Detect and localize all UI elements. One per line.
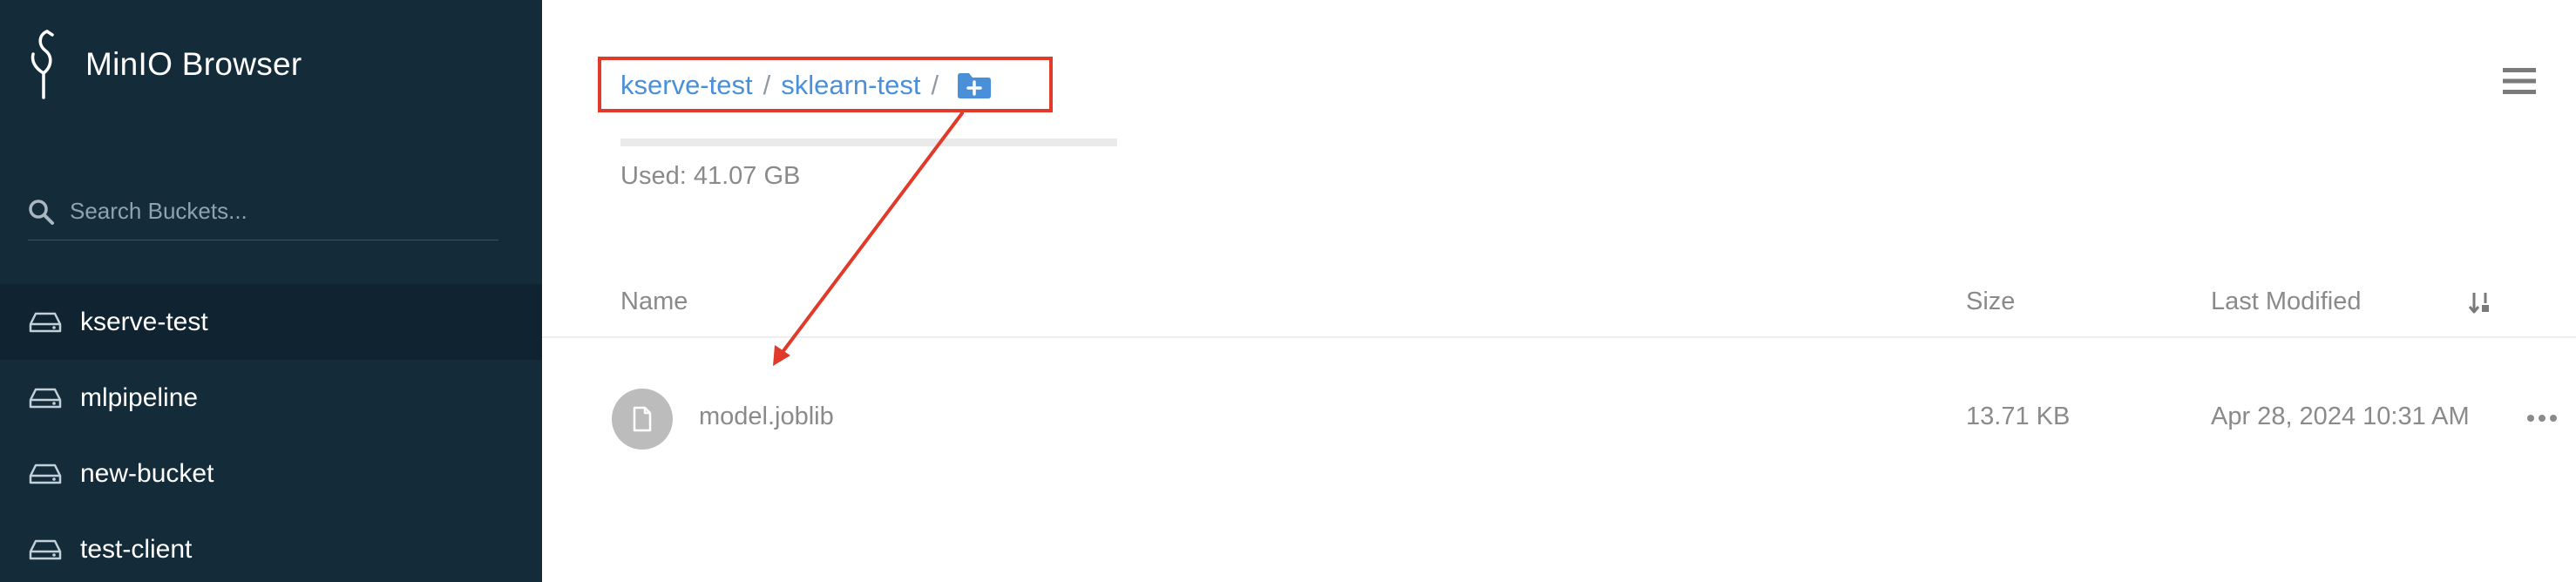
column-header-name[interactable]: Name bbox=[620, 288, 688, 316]
bucket-label: new-bucket bbox=[80, 458, 214, 488]
breadcrumb-separator: / bbox=[763, 70, 771, 100]
file-avatar bbox=[612, 389, 673, 450]
drive-icon bbox=[29, 464, 62, 484]
column-header-last-modified[interactable]: Last Modified bbox=[2211, 288, 2362, 316]
search-input[interactable] bbox=[70, 198, 498, 225]
drive-icon bbox=[29, 312, 62, 332]
usage-text: Used: 41.07 GB bbox=[620, 162, 801, 190]
table-header: Name Size Last Modified bbox=[542, 281, 2576, 338]
usage-bar bbox=[620, 139, 1117, 146]
file-last-modified: Apr 28, 2024 10:31 AM bbox=[2211, 403, 2470, 430]
file-size: 13.71 KB bbox=[1966, 403, 2071, 430]
drive-icon bbox=[29, 539, 62, 559]
table-row[interactable]: model.joblib 13.71 KB Apr 28, 2024 10:31… bbox=[542, 375, 2576, 462]
column-header-size[interactable]: Size bbox=[1966, 288, 2015, 316]
brand: MinIO Browser bbox=[26, 28, 302, 101]
main-content: kserve-test / sklearn-test / Used: 41.07… bbox=[542, 0, 2576, 582]
bucket-label: mlpipeline bbox=[80, 382, 199, 412]
breadcrumb-separator: / bbox=[931, 70, 939, 100]
bucket-label: test-client bbox=[80, 534, 193, 564]
minio-bird-icon bbox=[31, 30, 54, 99]
sidebar: MinIO Browser kserve-test mlpipeline bbox=[0, 0, 542, 582]
bucket-search bbox=[28, 183, 498, 240]
bucket-item-new-bucket[interactable]: new-bucket bbox=[0, 436, 542, 511]
bucket-item-kserve-test[interactable]: kserve-test bbox=[0, 284, 542, 360]
more-icon[interactable] bbox=[2526, 413, 2558, 423]
bucket-list: kserve-test mlpipeline new-bucket test-c… bbox=[0, 284, 542, 582]
breadcrumb-item-folder[interactable]: sklearn-test bbox=[781, 70, 920, 101]
bucket-label: kserve-test bbox=[80, 307, 208, 336]
hamburger-menu-icon[interactable] bbox=[2503, 66, 2536, 96]
sort-icon[interactable] bbox=[2468, 289, 2492, 315]
folder-plus-icon[interactable] bbox=[956, 71, 993, 100]
app-title: MinIO Browser bbox=[85, 46, 302, 82]
file-name[interactable]: model.joblib bbox=[699, 403, 834, 431]
drive-icon bbox=[29, 388, 62, 408]
bucket-item-mlpipeline[interactable]: mlpipeline bbox=[0, 360, 542, 436]
bucket-item-test-client[interactable]: test-client bbox=[0, 511, 542, 582]
breadcrumb-item-bucket[interactable]: kserve-test bbox=[620, 70, 753, 101]
breadcrumb: kserve-test / sklearn-test / bbox=[620, 68, 993, 103]
search-icon bbox=[29, 199, 54, 225]
file-icon bbox=[633, 406, 652, 432]
